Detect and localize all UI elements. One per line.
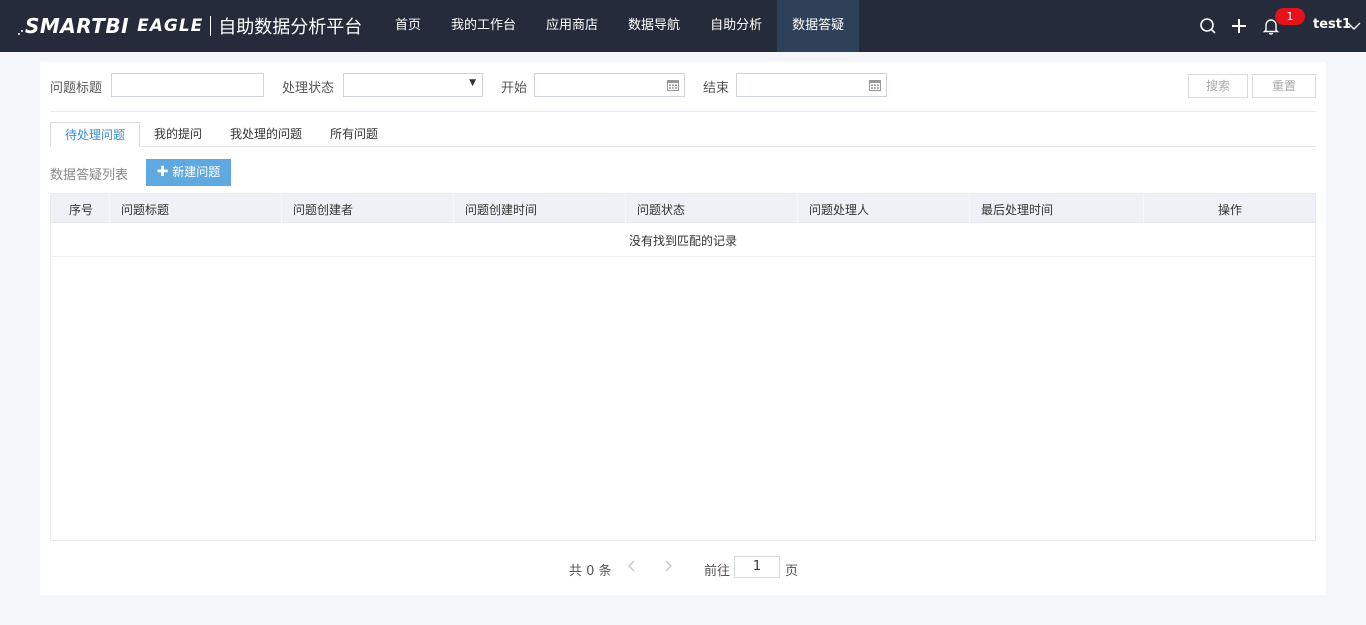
questions-table: 序号 问题标题 问题创建者 问题创建时间 问题状态 问题处理人 最后处理时间 操… bbox=[50, 193, 1316, 541]
tab-handled-by-me[interactable]: 我处理的问题 bbox=[216, 122, 316, 147]
end-date-input[interactable] bbox=[736, 73, 887, 97]
calendar-icon[interactable] bbox=[667, 79, 679, 91]
page-suffix: 页 bbox=[785, 564, 799, 579]
platform-name: 自助数据分析平台 bbox=[218, 17, 363, 38]
tab-all-questions[interactable]: 所有问题 bbox=[316, 122, 392, 147]
logo-eagle-text: EAGLE bbox=[137, 16, 204, 36]
dropdown-arrow-icon: ▼ bbox=[469, 78, 476, 88]
logo-divider bbox=[210, 16, 212, 36]
column-header-actions: 操作 bbox=[1218, 203, 1243, 217]
search-button[interactable]: 搜索 bbox=[1188, 74, 1248, 98]
nav-self-analysis[interactable]: 自助分析 bbox=[695, 0, 777, 52]
brand-logo[interactable]: SMARTBI EAGLE 自助数据分析平台 bbox=[18, 11, 362, 41]
empty-message: 没有找到匹配的记录 bbox=[628, 234, 737, 248]
nav-data-navigation[interactable]: 数据导航 bbox=[613, 0, 695, 52]
nav-app-store[interactable]: 应用商店 bbox=[531, 0, 613, 52]
chevron-left-icon[interactable] bbox=[626, 559, 638, 573]
notification-badge: 1 bbox=[1275, 8, 1305, 25]
end-date-label: 结束 bbox=[703, 81, 730, 96]
column-divider bbox=[625, 194, 626, 223]
column-header-handler[interactable]: 问题处理人 bbox=[809, 201, 869, 218]
logo-mark-icon bbox=[18, 30, 23, 35]
title-filter-label: 问题标题 bbox=[50, 81, 103, 96]
list-title: 数据答疑列表 bbox=[50, 168, 129, 183]
column-header-creator[interactable]: 问题创建者 bbox=[293, 201, 353, 218]
total-count: 共 0 条 bbox=[569, 564, 612, 579]
chevron-right-icon[interactable] bbox=[662, 559, 674, 573]
column-header-index[interactable]: 序号 bbox=[69, 201, 93, 218]
plus-icon[interactable] bbox=[1229, 16, 1249, 36]
tab-pending[interactable]: 待处理问题 bbox=[50, 122, 141, 147]
new-question-label: 新建问题 bbox=[172, 165, 221, 179]
title-filter-input[interactable] bbox=[111, 73, 264, 97]
column-divider bbox=[1143, 194, 1144, 223]
table-header: 序号 问题标题 问题创建者 问题创建时间 问题状态 问题处理人 最后处理时间 操… bbox=[51, 194, 1315, 223]
column-divider bbox=[969, 194, 970, 223]
column-divider bbox=[797, 194, 798, 223]
status-filter-label: 处理状态 bbox=[282, 81, 335, 96]
question-tabs: 待处理问题 我的提问 我处理的问题 所有问题 bbox=[50, 122, 392, 147]
empty-row: 没有找到匹配的记录 bbox=[51, 223, 1315, 257]
column-divider bbox=[281, 194, 282, 223]
plus-icon: ✚ bbox=[156, 164, 169, 180]
column-divider bbox=[453, 194, 454, 223]
nav-workbench[interactable]: 我的工作台 bbox=[436, 0, 531, 52]
main-nav: 首页 我的工作台 应用商店 数据导航 自助分析 数据答疑 bbox=[380, 0, 860, 52]
start-date-label: 开始 bbox=[501, 81, 528, 96]
nav-home[interactable]: 首页 bbox=[380, 0, 436, 52]
column-header-last-handled[interactable]: 最后处理时间 bbox=[981, 201, 1053, 218]
nav-data-qa[interactable]: 数据答疑 bbox=[777, 0, 860, 52]
logo-smartbi-text: SMARTBI bbox=[25, 14, 130, 38]
reset-button[interactable]: 重置 bbox=[1252, 74, 1316, 98]
chevron-down-icon[interactable] bbox=[1346, 18, 1362, 34]
new-question-button[interactable]: ✚ 新建问题 bbox=[146, 159, 231, 186]
calendar-icon[interactable] bbox=[869, 79, 881, 91]
column-header-created-time[interactable]: 问题创建时间 bbox=[465, 201, 537, 218]
column-header-status[interactable]: 问题状态 bbox=[637, 201, 685, 218]
search-icon[interactable] bbox=[1198, 16, 1218, 36]
goto-label: 前往 bbox=[704, 564, 731, 579]
filter-divider bbox=[50, 111, 1316, 112]
column-header-title[interactable]: 问题标题 bbox=[121, 201, 169, 218]
start-date-input[interactable] bbox=[534, 73, 685, 97]
column-divider bbox=[109, 194, 110, 223]
tab-my-questions[interactable]: 我的提问 bbox=[140, 122, 216, 147]
top-navbar: SMARTBI EAGLE 自助数据分析平台 首页 我的工作台 应用商店 数据导… bbox=[0, 0, 1366, 52]
status-filter-select[interactable]: ▼ bbox=[343, 73, 483, 97]
page-number-input[interactable]: 1 bbox=[734, 556, 780, 578]
